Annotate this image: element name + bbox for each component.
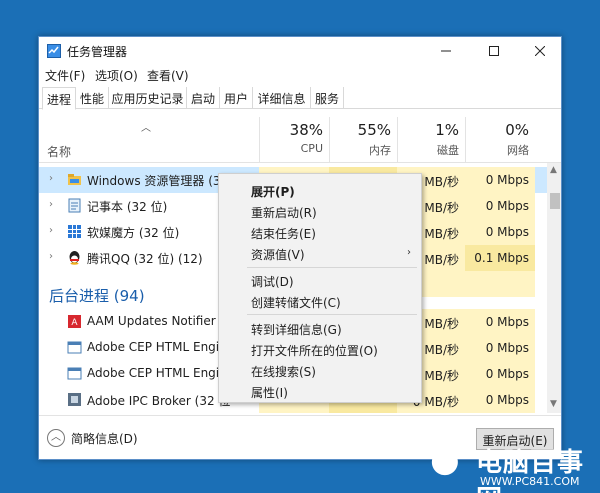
network-cell: 0.1 Mbps	[465, 245, 535, 271]
column-header: ︿ 名称 38% CPU 55% 内存 1% 磁盘 0% 网络	[39, 117, 561, 163]
task-manager-icon	[47, 44, 61, 58]
network-cell: 0 Mbps	[465, 193, 535, 219]
notepad-icon	[68, 198, 81, 213]
broker-icon	[68, 393, 81, 406]
column-cpu[interactable]: 38% CPU	[259, 117, 329, 163]
menu-options[interactable]: 选项(O)	[95, 67, 138, 84]
menu-view[interactable]: 查看(V)	[147, 67, 189, 84]
maximize-icon	[489, 46, 499, 56]
watermark: ● 电脑百事网 WWW.PC841.COM	[430, 438, 600, 493]
cube-icon	[68, 225, 81, 238]
tab-app-history[interactable]: 应用历史记录	[109, 87, 187, 109]
process-name: Windows 资源管理器 (3)	[87, 174, 226, 188]
tab-strip: 进程 性能 应用历史记录 启动 用户 详细信息 服务	[39, 85, 561, 110]
tab-startup[interactable]: 启动	[187, 87, 220, 109]
column-network[interactable]: 0% 网络	[465, 117, 535, 163]
expand-chevron-icon[interactable]: ›	[49, 225, 53, 236]
disk-label: 磁盘	[437, 144, 459, 157]
tab-users[interactable]: 用户	[220, 87, 253, 109]
menu-separator	[247, 314, 417, 315]
close-button[interactable]	[517, 37, 561, 65]
tab-processes[interactable]: 进程	[42, 87, 76, 110]
column-name[interactable]: 名称	[47, 143, 71, 160]
menu-item-search-online[interactable]: 在线搜索(S)	[251, 363, 316, 380]
tab-services[interactable]: 服务	[311, 87, 344, 109]
process-name: 记事本 (32 位)	[87, 200, 168, 214]
watermark-url: WWW.PC841.COM	[480, 475, 580, 488]
window-title: 任务管理器	[67, 45, 128, 59]
fewer-details-link[interactable]: 简略信息(D)	[71, 430, 138, 447]
scroll-down-icon[interactable]: ▼	[550, 399, 557, 409]
process-name: Adobe IPC Broker (32 位	[87, 394, 231, 408]
window-icon	[67, 367, 82, 380]
sort-up-icon[interactable]: ︿	[141, 119, 151, 134]
cpu-percent: 38%	[289, 121, 323, 139]
process-name: Adobe CEP HTML Engin	[87, 340, 227, 354]
window-icon	[67, 341, 82, 354]
expand-chevron-icon[interactable]: ›	[49, 173, 53, 184]
menu-item-debug[interactable]: 调试(D)	[251, 273, 294, 290]
maximize-button[interactable]	[471, 37, 517, 65]
menu-file[interactable]: 文件(F)	[45, 67, 85, 84]
memory-percent: 55%	[357, 121, 391, 139]
qq-icon	[69, 251, 80, 265]
network-label: 网络	[507, 144, 529, 157]
close-icon	[535, 46, 545, 56]
menu-item-end-task[interactable]: 结束任务(E)	[251, 225, 316, 242]
svg-text:A: A	[71, 318, 78, 328]
cpu-label: CPU	[300, 142, 323, 155]
submenu-arrow-icon: ›	[407, 247, 411, 258]
menu-item-resource-values[interactable]: 资源值(V)	[251, 246, 305, 263]
column-disk[interactable]: 1% 磁盘	[397, 117, 465, 163]
expand-chevron-icon[interactable]: ›	[49, 199, 53, 210]
menu-item-properties[interactable]: 属性(I)	[251, 384, 288, 401]
menu-item-go-to-details[interactable]: 转到详细信息(G)	[251, 321, 342, 338]
network-cell: 0 Mbps	[465, 387, 535, 413]
title-bar[interactable]: 任务管理器	[39, 37, 561, 65]
watermark-logo-icon: ●	[430, 440, 460, 480]
menu-item-open-file-location[interactable]: 打开文件所在的位置(O)	[251, 342, 378, 359]
process-name: AAM Updates Notifier A	[87, 314, 228, 328]
background-processes-title: 后台进程 (94)	[49, 287, 145, 305]
network-cell: 0 Mbps	[465, 335, 535, 361]
adobe-icon: A	[68, 315, 81, 328]
network-percent: 0%	[505, 121, 529, 139]
process-name: 腾讯QQ (32 位) (12)	[87, 252, 203, 266]
menu-separator	[247, 267, 417, 268]
explorer-icon	[68, 174, 81, 185]
context-menu: 展开(P) 重新启动(R) 结束任务(E) 资源值(V) › 调试(D) 创建转…	[218, 173, 422, 403]
vertical-scrollbar[interactable]: ▲ ▼	[547, 163, 561, 413]
network-cell: 0 Mbps	[465, 219, 535, 245]
scroll-up-icon[interactable]: ▲	[550, 165, 557, 175]
expand-chevron-icon[interactable]: ›	[49, 251, 53, 262]
menu-item-create-dump[interactable]: 创建转储文件(C)	[251, 294, 341, 311]
heat-cell	[465, 271, 535, 297]
network-cell: 0 Mbps	[465, 167, 535, 193]
process-name: Adobe CEP HTML Engin	[87, 366, 227, 380]
process-name: 软媒魔方 (32 位)	[87, 226, 180, 240]
minimize-button[interactable]	[423, 37, 469, 65]
collapse-up-icon[interactable]: ︿	[47, 429, 65, 447]
memory-label: 内存	[369, 144, 391, 157]
menu-item-expand[interactable]: 展开(P)	[251, 183, 295, 200]
menu-bar: 文件(F) 选项(O) 查看(V)	[39, 65, 561, 85]
menu-item-restart[interactable]: 重新启动(R)	[251, 204, 317, 221]
minimize-icon	[441, 50, 451, 52]
disk-percent: 1%	[435, 121, 459, 139]
network-cell: 0 Mbps	[465, 309, 535, 335]
tab-performance[interactable]: 性能	[76, 87, 109, 109]
scroll-thumb[interactable]	[550, 193, 560, 209]
column-memory[interactable]: 55% 内存	[329, 117, 397, 163]
tab-details[interactable]: 详细信息	[253, 87, 311, 109]
network-cell: 0 Mbps	[465, 361, 535, 387]
